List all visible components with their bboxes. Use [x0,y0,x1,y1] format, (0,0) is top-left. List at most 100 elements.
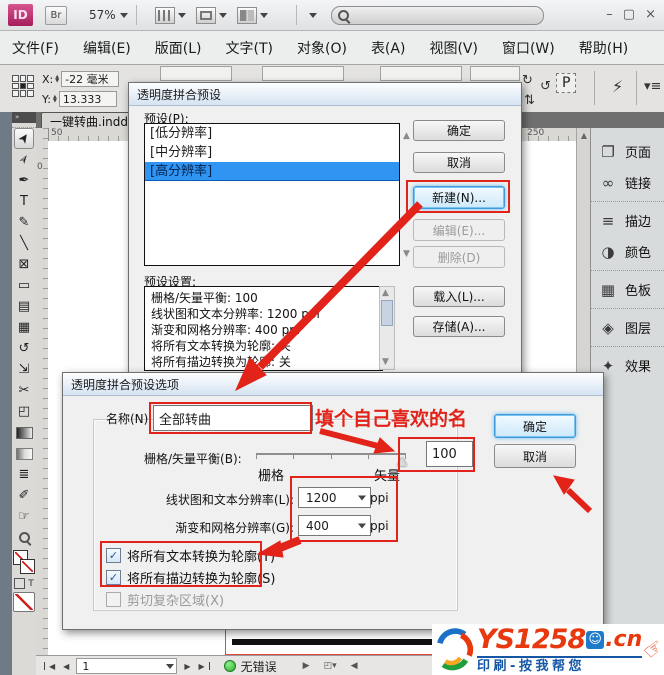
gradient-tool[interactable] [14,422,34,443]
control-panel-field[interactable] [470,66,520,81]
chevron-down-icon[interactable] [260,13,268,18]
dialog-title-bar[interactable]: 透明度拼合预设 [129,83,521,106]
control-panel-field[interactable] [262,66,344,81]
presets-list[interactable]: [低分辨率] [中分辨率] [高分辨率] [144,123,400,266]
list-item[interactable]: [中分辨率] [145,143,399,162]
convert-text-checkbox[interactable]: ✓ 将所有文本转换为轮廓(T) [106,546,275,565]
name-input[interactable]: 全部转曲 [153,405,313,431]
frame-grid-tool[interactable]: ▤ [14,296,34,317]
maximize-button[interactable]: ▢ [623,7,635,22]
scroll-down-icon[interactable]: ▼ [403,249,410,259]
rectangle-tool[interactable]: ▭ [14,275,34,296]
menu-type[interactable]: 文字(T) [214,38,285,58]
menu-window[interactable]: 窗口(W) [490,38,567,58]
settings-scrollbar[interactable]: ▲ ▼ [379,286,395,370]
cancel-button[interactable]: 取消 [413,152,505,173]
eyedropper-tool[interactable]: ✐ [14,485,34,506]
ok-button[interactable]: 确定 [494,414,576,438]
x-value-field[interactable]: -22 毫米 [61,71,119,87]
menu-table[interactable]: 表(A) [359,38,418,58]
scroll-up-icon[interactable]: ▲ [403,131,410,141]
ok-button[interactable]: 确定 [413,120,505,141]
selection-tool[interactable]: ➤ [14,128,34,149]
menu-view[interactable]: 视图(V) [417,38,490,58]
chevron-down-icon[interactable] [178,13,186,18]
note-tool[interactable]: ≣ [14,464,34,485]
flip-icon[interactable]: ⇅ [524,93,535,108]
menu-layout[interactable]: 版面(L) [143,38,214,58]
document-tab[interactable]: 一键转曲.indd [41,112,137,129]
scroll-down-icon[interactable]: ▼ [382,357,389,367]
scissors-tool[interactable]: ✂ [14,380,34,401]
close-button[interactable]: × [645,7,656,22]
preflight-menu-icon[interactable]: ▶ [303,661,310,671]
first-page-button[interactable]: ◀ [45,662,59,671]
screen-mode-icon[interactable] [196,7,216,24]
menu-object[interactable]: 对象(O) [285,38,359,58]
rotate-ccw-icon[interactable]: ↺ [540,79,551,94]
dialog-title-bar[interactable]: 透明度拼合预设选项 [63,373,603,396]
minimize-button[interactable]: – [606,7,613,22]
menu-help[interactable]: 帮助(H) [567,38,640,58]
hand-tool[interactable]: ☞ [14,506,34,527]
scroll-left-icon[interactable]: ◀ [351,661,358,671]
frame-tool[interactable]: ⊠ [14,254,34,275]
edit-button[interactable]: 编辑(E)... [413,219,505,241]
preflight-status-label[interactable]: 无错误 [241,658,277,675]
chevron-down-icon[interactable] [219,13,227,18]
rotate-tool[interactable]: ↺ [14,338,34,359]
balance-value-field[interactable]: 100 [426,441,473,467]
arrange-documents-icon[interactable] [237,7,257,24]
zoom-level-control[interactable]: 57% [89,8,128,22]
bridge-button[interactable]: Br [45,6,67,25]
panel-tab-swatches[interactable]: ▦ 色板 [591,274,664,305]
list-item[interactable]: [低分辨率] [145,124,399,143]
balance-slider[interactable] [256,453,406,455]
previous-page-button[interactable]: ◀ [59,662,73,671]
type-tool[interactable]: T [14,191,34,212]
panel-tab-color[interactable]: ◑ 颜色 [591,236,664,267]
last-page-button[interactable]: ▶ [194,662,208,671]
apply-none-button[interactable] [13,592,35,612]
scale-tool[interactable]: ⇲ [14,359,34,380]
page-number-select[interactable]: 1 [76,658,177,674]
clip-complex-checkbox[interactable]: 剪切复杂区域(X) [106,590,224,609]
scroll-up-icon[interactable]: ▲ [382,288,389,298]
list-item-selected[interactable]: [高分辨率] [145,162,399,181]
convert-strokes-checkbox[interactable]: ✓ 将所有描边转换为轮廓(S) [106,568,275,587]
zoom-tool[interactable] [14,527,34,548]
view-options-icon[interactable] [155,7,175,24]
pencil-tool[interactable]: ✎ [14,212,34,233]
menu-file[interactable]: 文件(F) [0,38,71,58]
save-button[interactable]: 存储(A)... [413,316,505,337]
save-indicator-icon[interactable]: ◰▾ [324,661,337,671]
toolbar-collapse-button[interactable]: » [12,112,36,123]
paragraph-style-badge[interactable]: P [556,73,576,93]
panel-tab-links[interactable]: ∞ 链接 [591,167,664,198]
preflight-status-icon[interactable] [224,660,236,672]
new-button[interactable]: 新建(N)... [413,186,505,209]
next-page-button[interactable]: ▶ [180,662,194,671]
y-value-field[interactable]: 13.333 [59,91,117,107]
x-stepper[interactable]: ▲▼ [55,75,59,83]
delete-button[interactable]: 删除(D) [413,246,505,268]
table-frame-tool[interactable]: ▦ [14,317,34,338]
gradient-resolution-select[interactable]: 400 [298,515,371,536]
panel-tab-pages[interactable]: ❐ 页面 [591,136,664,167]
reference-point-proxy[interactable] [12,75,34,97]
search-input[interactable] [331,6,544,25]
fill-stroke-control[interactable] [13,550,35,576]
load-button[interactable]: 载入(L)... [413,286,505,307]
pen-tool[interactable]: ✒ [14,170,34,191]
lineart-resolution-select[interactable]: 1200 [298,487,371,508]
control-panel-field[interactable] [380,66,462,81]
y-stepper[interactable]: ▲▼ [53,95,57,103]
quick-apply-icon[interactable]: ⚡ [612,77,623,96]
scroll-thumb[interactable] [381,300,393,326]
scroll-up-icon[interactable]: ▲ [577,128,591,140]
panel-tab-layers[interactable]: ◈ 图层 [591,312,664,343]
direct-selection-tool[interactable]: ➢ [14,149,34,170]
cancel-button[interactable]: 取消 [494,444,576,468]
panel-tab-stroke[interactable]: ≡ 描边 [591,205,664,236]
workspace-chevron-icon[interactable] [309,13,317,18]
